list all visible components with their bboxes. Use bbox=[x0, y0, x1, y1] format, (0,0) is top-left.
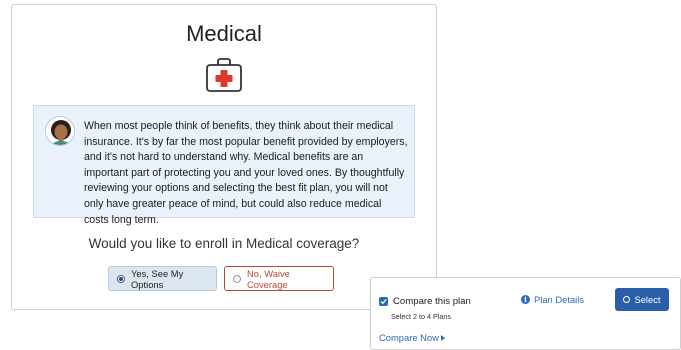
no-option-label: No, Waive Coverage bbox=[247, 267, 290, 290]
page-title: Medical bbox=[186, 21, 262, 46]
select-plan-button[interactable]: Select bbox=[615, 288, 669, 311]
select-label: Select bbox=[634, 294, 661, 305]
checkbox-checked-icon[interactable] bbox=[379, 297, 388, 306]
yes-option-label: Yes, See My Options bbox=[131, 267, 184, 290]
medical-card: Medical When most people think of benefi… bbox=[11, 4, 437, 310]
radio-circle-icon bbox=[623, 296, 631, 303]
plan-details-link[interactable]: i Plan Details bbox=[521, 294, 584, 305]
compare-now-label: Compare Now bbox=[379, 332, 439, 343]
compare-checkbox-row[interactable]: Compare this plan bbox=[379, 296, 471, 307]
radio-selected-icon bbox=[117, 274, 125, 283]
medical-kit-icon bbox=[205, 57, 243, 93]
info-icon: i bbox=[521, 295, 530, 304]
benefit-info-box: When most people think of benefits, they… bbox=[33, 105, 415, 226]
compare-now-link[interactable]: Compare Now bbox=[379, 332, 445, 343]
plan-details-label: Plan Details bbox=[534, 294, 585, 305]
compare-checkbox-label: Compare this plan bbox=[393, 296, 471, 307]
yes-see-options-button[interactable]: Yes, See My Options bbox=[108, 266, 217, 291]
compare-sublabel: Select 2 to 4 Plans bbox=[391, 312, 451, 321]
compare-plan-card: Compare this plan Select 2 to 4 Plans i … bbox=[370, 277, 681, 350]
advisor-avatar bbox=[45, 116, 75, 146]
enroll-question: Would you like to enroll in Medical cove… bbox=[88, 236, 360, 251]
radio-unselected-icon bbox=[233, 274, 241, 283]
caret-right-icon bbox=[440, 334, 445, 341]
benefit-description: When most people think of benefits, they… bbox=[84, 120, 408, 226]
no-waive-coverage-button[interactable]: No, Waive Coverage bbox=[224, 266, 334, 291]
